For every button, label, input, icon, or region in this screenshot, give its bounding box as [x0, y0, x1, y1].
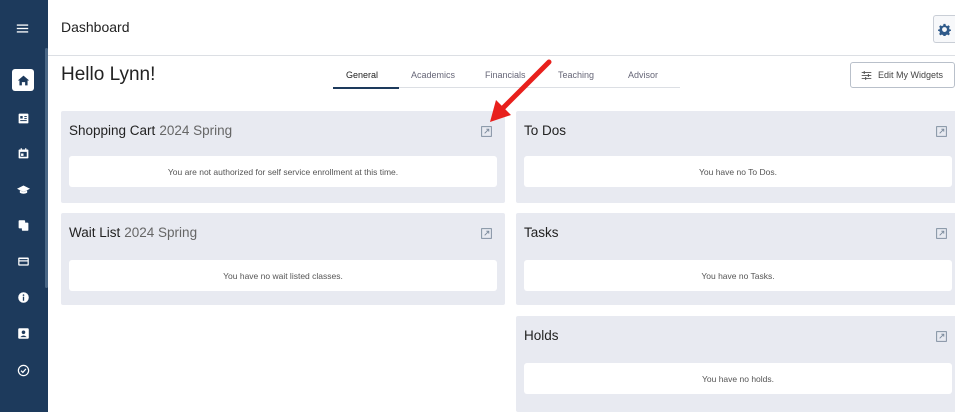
todos-widget: To Dos You have no To Dos.	[516, 111, 955, 203]
tasks-widget: Tasks You have no Tasks.	[516, 213, 955, 305]
calendar-icon[interactable]	[12, 142, 34, 164]
graduation-cap-icon[interactable]	[12, 178, 34, 200]
external-link-icon[interactable]	[481, 124, 492, 137]
wait-list-heading: Wait List	[69, 225, 121, 240]
dashboard-tabs: General Academics Financials Teaching Ad…	[333, 65, 680, 89]
home-icon[interactable]	[12, 69, 34, 91]
tab-teaching[interactable]: Teaching	[558, 70, 594, 80]
contact-card-icon[interactable]	[12, 322, 34, 344]
credit-card-icon[interactable]	[12, 250, 34, 272]
gear-icon	[938, 23, 951, 36]
holds-message: You have no holds.	[524, 363, 952, 394]
sliders-icon	[861, 70, 872, 80]
id-card-icon[interactable]	[12, 107, 34, 129]
tab-academics[interactable]: Academics	[411, 70, 455, 80]
todos-message: You have no To Dos.	[524, 156, 952, 187]
sidebar	[0, 0, 48, 412]
hamburger-menu-icon[interactable]	[13, 19, 31, 37]
wait-list-term: 2024 Spring	[124, 225, 198, 240]
holds-widget: Holds You have no holds.	[516, 316, 955, 412]
info-icon[interactable]	[12, 286, 34, 308]
wait-list-widget: Wait List 2024 Spring You have no wait li…	[61, 213, 505, 305]
sidebar-scrollbar[interactable]	[45, 48, 48, 288]
external-link-icon[interactable]	[936, 329, 947, 342]
external-link-icon[interactable]	[936, 226, 947, 239]
check-circle-icon[interactable]	[12, 359, 34, 381]
shopping-cart-widget: Shopping Cart 2024 Spring You are not aut…	[61, 111, 505, 203]
shopping-cart-term: 2024 Spring	[159, 123, 233, 138]
wait-list-title: Wait List 2024 Spring	[69, 225, 197, 240]
shopping-cart-heading: Shopping Cart	[69, 123, 156, 138]
shopping-cart-title: Shopping Cart 2024 Spring	[69, 123, 232, 138]
external-link-icon[interactable]	[936, 124, 947, 137]
page-title: Dashboard	[61, 19, 130, 35]
wait-list-message: You have no wait listed classes.	[69, 260, 497, 291]
shopping-cart-message: You are not authorized for self service …	[69, 156, 497, 187]
holds-title: Holds	[524, 328, 559, 343]
active-tab-indicator	[333, 87, 399, 89]
greeting: Hello Lynn!	[61, 64, 156, 85]
settings-button[interactable]	[933, 15, 955, 43]
external-link-icon[interactable]	[481, 226, 492, 239]
top-bar: Dashboard	[48, 0, 955, 56]
tasks-message: You have no Tasks.	[524, 260, 952, 291]
todos-title: To Dos	[524, 123, 567, 138]
tab-general[interactable]: General	[346, 70, 378, 80]
edit-my-widgets-button[interactable]: Edit My Widgets	[850, 62, 955, 88]
tasks-title: Tasks	[524, 225, 559, 240]
tab-financials[interactable]: Financials	[485, 70, 526, 80]
tab-advisor[interactable]: Advisor	[628, 70, 658, 80]
documents-icon[interactable]	[12, 214, 34, 236]
edit-my-widgets-label: Edit My Widgets	[878, 70, 944, 80]
